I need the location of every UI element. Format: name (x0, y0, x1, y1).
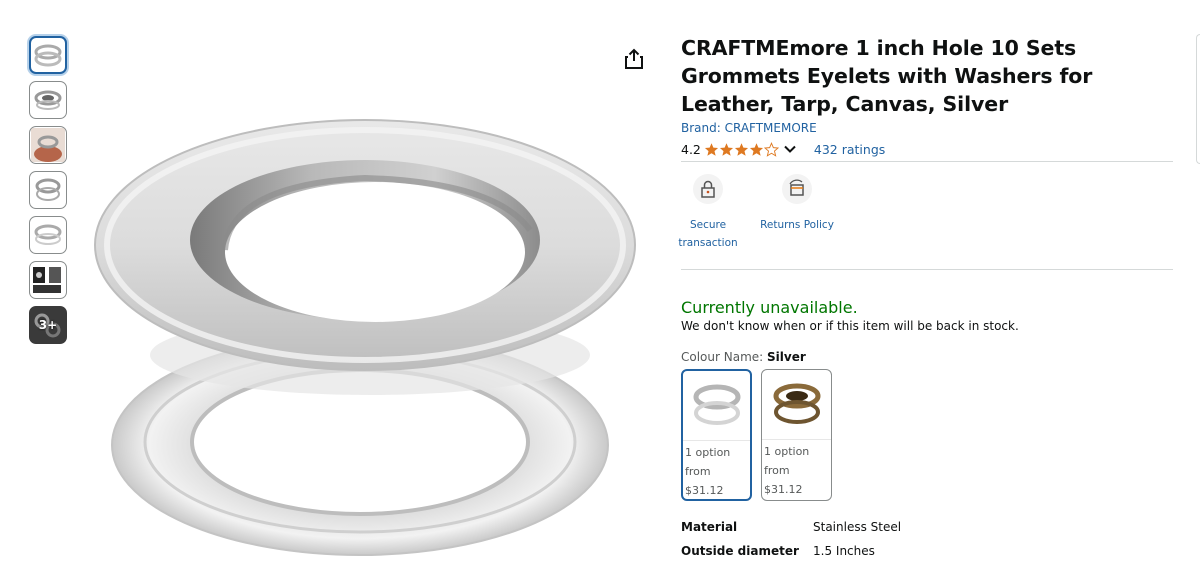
trust-badges: Secure transaction Returns Policy (678, 162, 1173, 269)
thumbnail-grommet-size[interactable] (29, 171, 67, 209)
more-images-count: 3+ (38, 318, 58, 332)
brand-link[interactable]: Brand: CRAFTMEMORE (681, 121, 1173, 135)
colour-label: Colour Name: Silver (681, 350, 1173, 364)
rating-value: 4.2 (681, 141, 701, 157)
availability-note: We don't know when or if this item will … (681, 319, 1019, 333)
swatch-price: $31.12 (764, 483, 803, 496)
spec-key: Material (681, 520, 738, 534)
ratings-count-link[interactable]: 432 ratings (814, 142, 885, 157)
product-specs: Material Stainless Steel Outside diamete… (681, 515, 1173, 563)
thumbnail-more[interactable]: 3+ (29, 306, 67, 344)
availability-status: Currently unavailable. (681, 298, 858, 317)
star-empty-icon (763, 141, 779, 157)
grommet-thumb-icon (34, 44, 62, 67)
product-details: CRAFTMEmore 1 inch Hole 10 Sets Grommets… (678, 34, 1173, 563)
tools-photo-icon (31, 263, 65, 297)
swatch-from: from (685, 465, 711, 478)
returns-policy-label: Returns Policy (760, 219, 834, 231)
grommet-thumb-icon (35, 178, 61, 201)
swatch-silver[interactable]: 1 option from $31.12 (681, 369, 752, 501)
swatch-price: $31.12 (685, 484, 724, 497)
returns-policy-badge[interactable]: Returns Policy (755, 174, 839, 269)
thumbnail-grommet-washer[interactable] (29, 216, 67, 254)
product-title: CRAFTMEmore 1 inch Hole 10 Sets Grommets… (681, 36, 1093, 116)
colour-label-text: Colour Name: (681, 350, 764, 364)
swatch-option-count: 1 option (764, 445, 810, 458)
secure-transaction-badge[interactable]: Secure transaction (663, 174, 753, 269)
lock-icon (693, 174, 723, 204)
share-icon[interactable] (624, 48, 644, 70)
divider (681, 269, 1173, 270)
buy-box-edge (1196, 34, 1200, 164)
main-product-image[interactable] (90, 90, 650, 570)
thumbnail-grommet-hand[interactable] (29, 126, 67, 164)
spec-row: Material Stainless Steel (681, 515, 1173, 539)
thumbnail-grommet-tools[interactable] (29, 261, 67, 299)
star-rating[interactable] (704, 141, 779, 157)
grommet-thumb-icon (34, 224, 62, 245)
returns-icon (782, 174, 812, 204)
star-full-icon (749, 142, 763, 156)
spec-value: 1.5 Inches (813, 544, 875, 558)
thumbnail-strip: 3+ (29, 36, 67, 351)
grommet-thumb-icon (34, 90, 62, 110)
star-full-icon (719, 142, 733, 156)
thumbnail-grommet-side[interactable] (29, 81, 67, 119)
bronze-grommet-icon (762, 370, 831, 440)
secure-transaction-label: Secure transaction (678, 219, 738, 249)
spec-value: Stainless Steel (813, 520, 902, 534)
swatch-from: from (764, 464, 790, 477)
chevron-down-icon[interactable] (783, 142, 797, 156)
star-full-icon (704, 142, 718, 156)
colour-selected: Silver (767, 350, 806, 364)
hand-photo-icon (31, 128, 65, 162)
silver-grommet-icon (683, 371, 750, 441)
swatch-bronze[interactable]: 1 option from $31.12 (761, 369, 832, 501)
rating-row: 4.2 432 ratings (681, 140, 1173, 158)
star-full-icon (734, 142, 748, 156)
spec-row: Outside diameter 1.5 Inches (681, 539, 1173, 563)
spec-key: Outside diameter (681, 544, 799, 558)
swatch-option-count: 1 option (685, 446, 731, 459)
colour-swatches: 1 option from $31.12 1 option from $31.1… (681, 369, 1173, 501)
thumbnail-grommet-front[interactable] (29, 36, 67, 74)
